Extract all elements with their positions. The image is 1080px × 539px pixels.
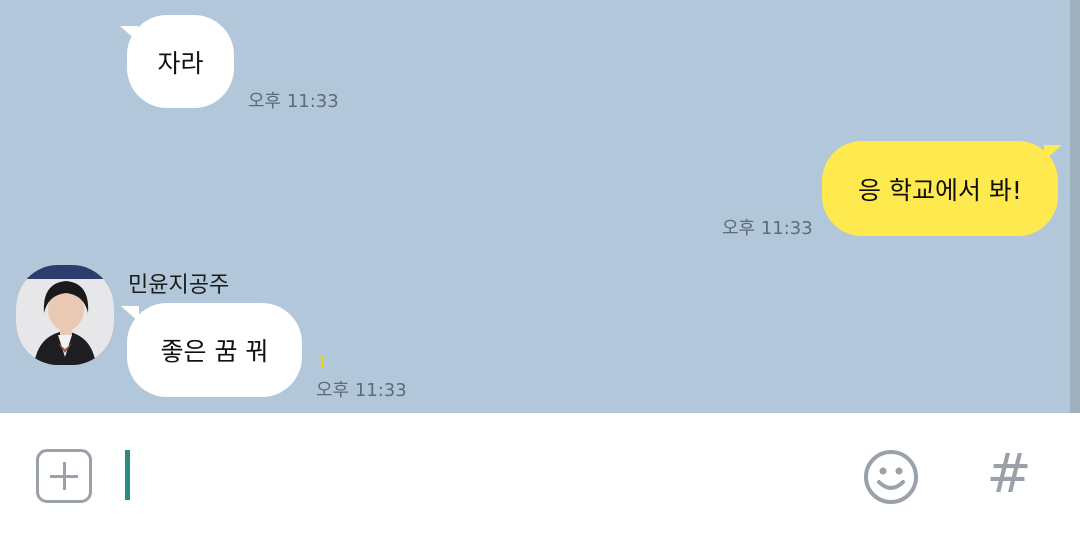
message-time: 오후 11:33 — [316, 380, 407, 401]
message-text: 응 학교에서 봐! — [858, 175, 1022, 205]
chat-area[interactable]: 자라 오후 11:33 응 학교에서 봐! 오후 11:33 민윤지공주 좋은 … — [0, 0, 1080, 413]
scrollbar[interactable] — [1070, 0, 1080, 413]
plus-icon[interactable] — [36, 449, 92, 503]
message-time: 오후 11:33 — [248, 91, 339, 112]
message-bubble[interactable]: 응 학교에서 봐! — [822, 141, 1058, 236]
avatar[interactable] — [16, 265, 114, 365]
message-bubble[interactable]: 좋은 꿈 꿔 — [127, 303, 302, 397]
smiley-icon[interactable] — [862, 448, 920, 506]
message-text: 좋은 꿈 꿔 — [160, 337, 269, 366]
message-text: 자라 — [157, 48, 204, 78]
message-bubble[interactable]: 자라 — [127, 15, 234, 108]
unread-count: 1 — [317, 353, 328, 372]
message-time: 오후 11:33 — [722, 218, 813, 239]
hashtag-icon[interactable]: # — [984, 445, 1034, 503]
text-input-cursor[interactable] — [125, 450, 130, 500]
sender-name: 민윤지공주 — [128, 273, 230, 298]
